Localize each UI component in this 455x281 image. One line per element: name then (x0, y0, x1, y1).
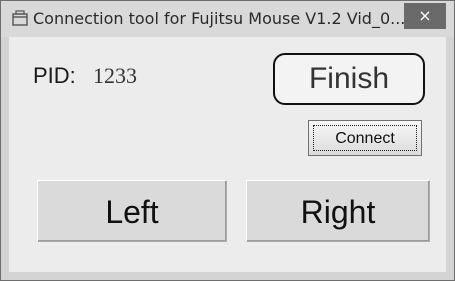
connect-button-label: Connect (313, 125, 417, 151)
client-area: PID: 1233 Finish Connect Left Right (9, 37, 446, 272)
status-finish-label: Finish (273, 53, 425, 105)
pid-value: 1233 (93, 63, 137, 88)
pid-label: PID: (33, 63, 76, 88)
app-window: Connection tool for Fujitsu Mouse V1.2 V… (0, 0, 455, 281)
connect-button[interactable]: Connect (308, 120, 422, 156)
window-title: Connection tool for Fujitsu Mouse V1.2 V… (33, 9, 406, 28)
app-window-icon (11, 10, 29, 28)
close-button[interactable]: × (404, 3, 446, 29)
right-button[interactable]: Right (246, 180, 430, 242)
title-bar[interactable]: Connection tool for Fujitsu Mouse V1.2 V… (1, 1, 454, 37)
close-icon: × (418, 6, 432, 25)
left-button[interactable]: Left (37, 180, 227, 242)
